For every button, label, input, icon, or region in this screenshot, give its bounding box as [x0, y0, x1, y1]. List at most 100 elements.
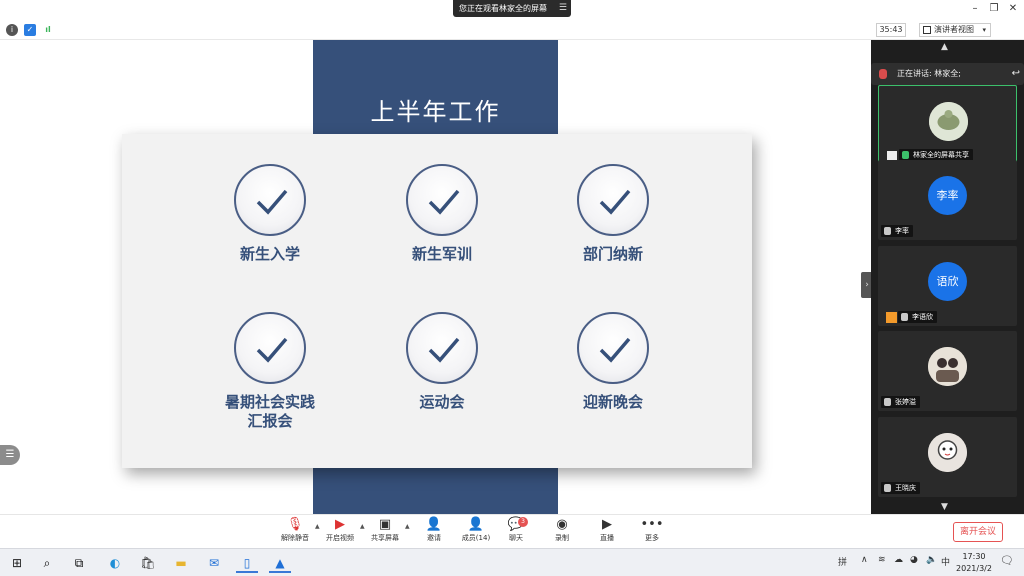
item-label-line1: 暑期社会实践: [224, 393, 315, 411]
clock-date: 2021/3/2: [956, 564, 992, 573]
meeting-timer: 35:43: [876, 23, 906, 37]
chat-icon: 💬: [507, 517, 525, 532]
item-label: 部门纳新: [582, 245, 643, 263]
participant-name: 林家全的屏幕共享: [913, 151, 969, 159]
item-label: 暑期社会实践 汇报会: [200, 393, 340, 431]
slide-title: 上半年工作: [370, 98, 501, 126]
unmute-button[interactable]: 🎙 解除静音: [273, 517, 317, 544]
close-icon[interactable]: ✕: [1006, 3, 1020, 14]
participants-label: 成员(14): [461, 534, 491, 542]
avatar: 语欣: [928, 262, 967, 301]
mic-muted-icon: [884, 227, 891, 235]
item-label: 新生军训: [411, 245, 472, 263]
video-tile[interactable]: 李率 李率: [878, 160, 1017, 240]
mail-icon[interactable]: ✉: [203, 553, 225, 573]
viewing-indicator[interactable]: 您正在观看林家全的屏幕 ☰: [453, 0, 571, 17]
tile-name: 李率: [881, 225, 913, 237]
item-label: 新生入学: [239, 245, 300, 263]
minimize-icon[interactable]: –: [968, 3, 982, 14]
list-toggle-icon[interactable]: ☰: [0, 445, 20, 465]
meeting-toolbar: 🎙 解除静音 ▲ ▶ 开启视频 ▲ ▣ 共享屏幕 ▲ 👤 邀请 👤 成员(14)…: [0, 514, 1024, 548]
video-tile[interactable]: 林家全的屏幕共享: [878, 85, 1017, 165]
phone-icon[interactable]: ▯: [236, 553, 258, 573]
bottom-band: [313, 468, 558, 514]
viewing-text: 您正在观看林家全的屏幕: [459, 4, 547, 13]
qq-icon[interactable]: ◕: [910, 555, 918, 565]
ime-indicator[interactable]: 中: [941, 555, 950, 568]
mic-muted-icon: 🎙: [286, 517, 304, 532]
chevron-down-icon: ▾: [982, 26, 986, 34]
notification-icon[interactable]: 🗨: [1000, 554, 1014, 567]
record-button[interactable]: ◉ 录制: [540, 517, 584, 544]
taskbar: ⊞ ⌕ ⧉ ◐ 🛍 ▬ ✉ ▯ ▲ 拼 ∧ ≋ ☁ ◕ 🔈 中 17:30 20…: [0, 548, 1024, 576]
windows-icon[interactable]: ⊞: [6, 553, 28, 573]
check-icon: [577, 164, 649, 236]
view-mode-button[interactable]: 演讲者视图 ▾: [919, 23, 991, 37]
item-6: 迎新晚会: [543, 312, 683, 412]
scroll-down-icon[interactable]: ▼: [941, 502, 948, 512]
participants-icon: 👤: [467, 517, 485, 532]
signal-icon[interactable]: ıl: [42, 24, 54, 36]
cloud-icon[interactable]: ☁: [894, 555, 903, 565]
more-button[interactable]: ••• 更多: [630, 517, 674, 544]
tile-name: 王晓庆: [881, 482, 920, 494]
item-1: 新生入学: [200, 164, 340, 264]
view-mode-label: 演讲者视图: [934, 25, 974, 34]
participants-panel: ▲ 正在讲话: 林家全; ↩ 林家全的屏幕共享 李率 李率 语欣 李语欣 张婷溢…: [871, 40, 1024, 514]
avatar: [928, 347, 967, 386]
video-tile[interactable]: 张婷溢: [878, 331, 1017, 411]
info-icon[interactable]: i: [6, 24, 18, 36]
item-label-line2: 汇报会: [247, 412, 293, 430]
more-label: 更多: [645, 534, 659, 542]
menu-icon[interactable]: ☰: [559, 0, 567, 17]
restore-icon[interactable]: ❐: [987, 3, 1001, 14]
participants-button[interactable]: 👤 成员(14): [454, 517, 498, 544]
check-icon: [234, 164, 306, 236]
mic-muted-icon: [884, 398, 891, 406]
avatar: [929, 102, 968, 141]
check-icon: [577, 312, 649, 384]
chevron-up-icon[interactable]: ∧: [861, 555, 868, 565]
back-icon[interactable]: ↩: [1012, 63, 1020, 85]
item-4: 暑期社会实践 汇报会: [200, 312, 340, 431]
content-card: 新生入学 新生军训 部门纳新 暑期社会实践 汇报会 运动会 迎新晚会: [122, 134, 752, 468]
live-button[interactable]: ▶ 直播: [585, 517, 629, 544]
share-screen-button[interactable]: ▣ 共享屏幕: [363, 517, 407, 544]
shield-icon[interactable]: ✓: [24, 24, 36, 36]
store-icon[interactable]: 🛍: [137, 553, 159, 573]
edge-icon[interactable]: ◐: [104, 553, 126, 573]
speaking-indicator: 正在讲话: 林家全; ↩: [871, 63, 1024, 85]
input-method-indicator[interactable]: 拼: [838, 555, 847, 568]
video-tile[interactable]: 语欣 李语欣: [878, 246, 1017, 326]
invite-button[interactable]: 👤 邀请: [412, 517, 456, 544]
chevron-up-icon[interactable]: ▲: [405, 523, 410, 530]
screen: 您正在观看林家全的屏幕 ☰ – ❐ ✕ i ✓ ıl 35:43 演讲者视图 ▾…: [0, 0, 1024, 576]
chat-badge: 3: [518, 517, 528, 527]
chat-label: 聊天: [509, 534, 523, 542]
folder-icon[interactable]: ▬: [170, 553, 192, 573]
participant-name: 张婷溢: [895, 398, 916, 406]
share-screen-label: 共享屏幕: [371, 534, 399, 542]
item-3: 部门纳新: [543, 164, 683, 264]
video-tile[interactable]: 王晓庆: [878, 417, 1017, 497]
share-screen-icon: ▣: [378, 517, 392, 532]
mic-icon: [879, 69, 887, 79]
search-icon[interactable]: ⌕: [36, 553, 58, 573]
grid-icon: [923, 26, 931, 34]
shared-screen: 上半年工作 新生入学 新生军训 部门纳新 暑期社会实践 汇报会 运动会 迎新晚会…: [0, 40, 871, 514]
system-clock[interactable]: 17:30 2021/3/2: [954, 551, 994, 575]
scroll-up-icon[interactable]: ▲: [941, 42, 948, 52]
video-off-icon: ▶: [335, 517, 345, 532]
live-icon: ▶: [602, 517, 612, 532]
start-video-button[interactable]: ▶ 开启视频: [318, 517, 362, 544]
meeting-icon[interactable]: ▲: [269, 553, 291, 573]
chat-button[interactable]: 💬 3 聊天: [494, 517, 538, 544]
clock-time: 17:30: [962, 552, 986, 561]
taskview-icon[interactable]: ⧉: [68, 553, 90, 573]
wifi-icon[interactable]: ≋: [878, 555, 886, 565]
volume-icon[interactable]: 🔈: [926, 555, 937, 565]
record-icon: ◉: [556, 517, 568, 532]
item-label: 运动会: [419, 393, 465, 411]
meeting-info-bar: i ✓ ıl 35:43 演讲者视图 ▾: [0, 20, 1024, 40]
leave-meeting-button[interactable]: 离开会议: [953, 522, 1003, 542]
